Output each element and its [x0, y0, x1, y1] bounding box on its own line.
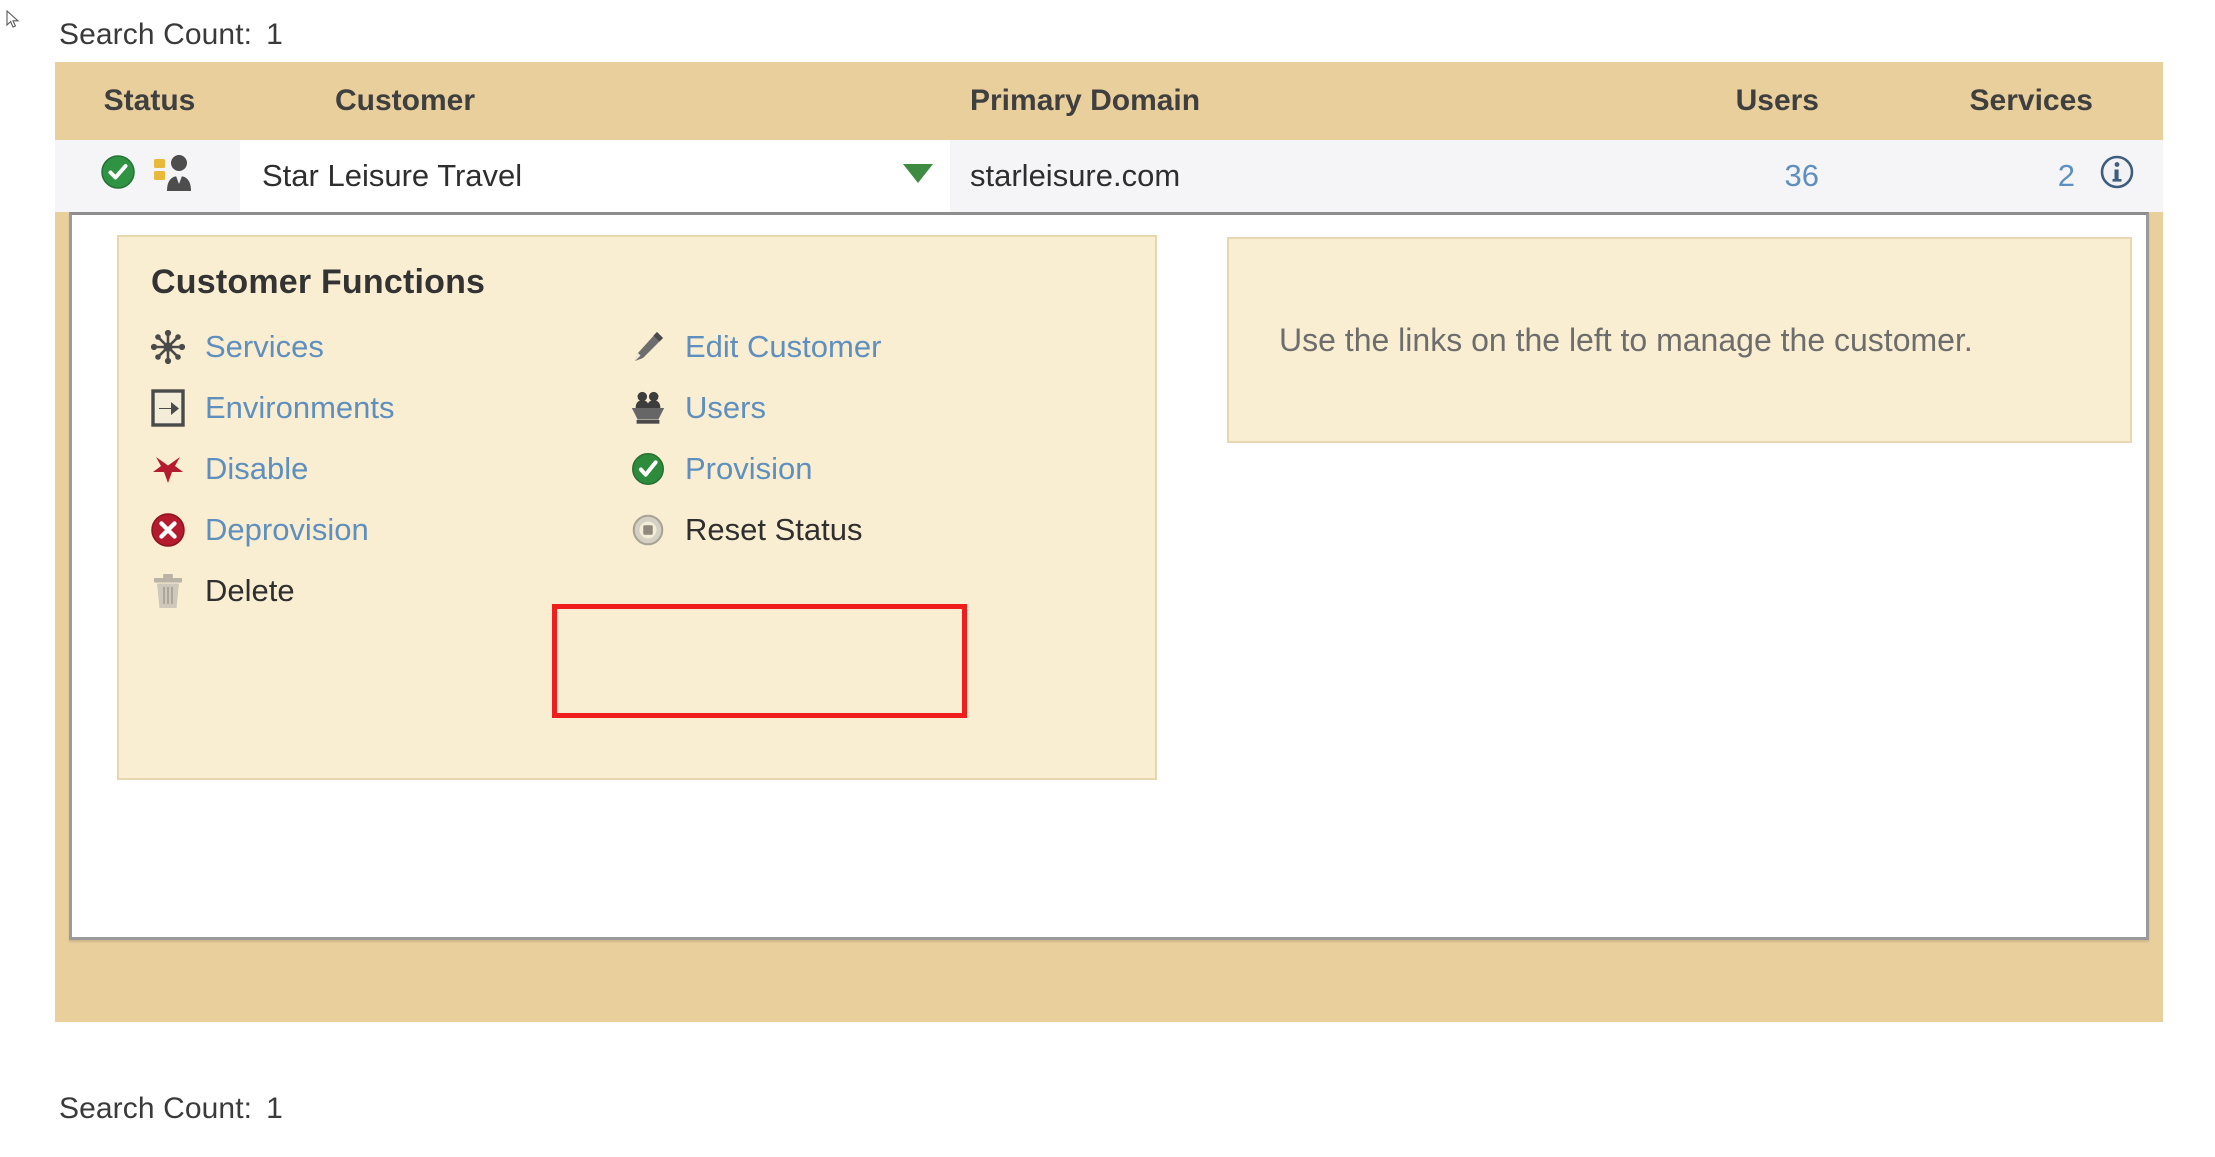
- customer-functions-title: Customer Functions: [151, 263, 1125, 302]
- customer-functions-panel: Customer Functions: [117, 235, 1157, 780]
- info-callout-text: Use the links on the left to manage the …: [1279, 319, 1973, 361]
- expanded-detail-region: Customer Functions: [55, 212, 2163, 1022]
- function-label-provision[interactable]: Provision: [685, 451, 813, 487]
- function-item-edit-customer[interactable]: Edit Customer: [629, 316, 1099, 377]
- search-count-bottom: Search Count: 1: [59, 1092, 283, 1126]
- function-item-delete: Delete: [149, 560, 629, 621]
- mouse-cursor-icon: [6, 10, 22, 30]
- search-count-label-bottom: Search Count:: [59, 1092, 252, 1125]
- function-item-services[interactable]: Services: [149, 316, 629, 377]
- cell-services: 2: [1843, 140, 2163, 212]
- customer-admin-user-icon[interactable]: [152, 151, 198, 201]
- function-item-deprovision[interactable]: Deprovision: [149, 499, 629, 560]
- column-header-users[interactable]: Users: [1593, 84, 1843, 118]
- reset-target-icon: [629, 511, 667, 549]
- column-header-primary-domain[interactable]: Primary Domain: [950, 84, 1593, 118]
- users-group-icon: [629, 389, 667, 427]
- green-check-circle-icon: [629, 450, 667, 488]
- column-header-customer[interactable]: Customer: [240, 84, 950, 118]
- function-label-environments[interactable]: Environments: [205, 390, 395, 426]
- cell-users[interactable]: 36: [1593, 140, 1843, 212]
- cell-customer[interactable]: Star Leisure Travel: [240, 140, 950, 212]
- table-row[interactable]: Star Leisure Travel starleisure.com 36 2: [55, 140, 2163, 212]
- search-count-value: 1: [266, 18, 283, 51]
- red-x-icon: [149, 450, 187, 488]
- search-count-value-bottom: 1: [266, 1092, 283, 1125]
- detail-panel: Customer Functions: [69, 212, 2149, 940]
- table-header-row: Status Customer Primary Domain Users Ser…: [55, 62, 2163, 140]
- customer-name[interactable]: Star Leisure Travel: [262, 158, 522, 194]
- snowflake-icon: [149, 328, 187, 366]
- cell-status: [55, 140, 240, 212]
- function-label-reset-status: Reset Status: [685, 512, 862, 548]
- customer-functions-columns: Services Environments: [149, 316, 1125, 621]
- cell-primary-domain: starleisure.com: [950, 140, 1593, 212]
- function-label-users[interactable]: Users: [685, 390, 766, 426]
- pencil-icon: [629, 328, 667, 366]
- function-label-services[interactable]: Services: [205, 329, 324, 365]
- column-header-services[interactable]: Services: [1843, 84, 2163, 118]
- function-item-users[interactable]: Users: [629, 377, 1099, 438]
- function-label-deprovision[interactable]: Deprovision: [205, 512, 369, 548]
- function-label-edit-customer[interactable]: Edit Customer: [685, 329, 881, 365]
- function-label-disable[interactable]: Disable: [205, 451, 308, 487]
- red-circle-x-icon: [149, 511, 187, 549]
- search-count-top: Search Count: 1: [59, 18, 283, 52]
- triangle-down-icon[interactable]: [900, 158, 936, 194]
- trash-can-icon: [149, 572, 187, 610]
- search-count-label: Search Count:: [59, 18, 252, 51]
- column-header-status[interactable]: Status: [55, 84, 240, 118]
- function-item-environments[interactable]: Environments: [149, 377, 629, 438]
- detail-footer-band: [69, 940, 2149, 1022]
- customer-functions-right-column: Edit Customer: [629, 316, 1099, 621]
- info-circle-icon[interactable]: [2097, 152, 2137, 200]
- info-callout-panel: Use the links on the left to manage the …: [1227, 237, 2132, 443]
- function-item-provision[interactable]: Provision: [629, 438, 1099, 499]
- export-arrow-icon: [149, 389, 187, 427]
- function-item-disable[interactable]: Disable: [149, 438, 629, 499]
- services-count[interactable]: 2: [2058, 158, 2075, 194]
- function-label-delete: Delete: [205, 573, 295, 609]
- customer-results-table: Status Customer Primary Domain Users Ser…: [55, 62, 2163, 1022]
- function-item-reset-status: Reset Status: [629, 499, 1099, 560]
- customer-functions-left-column: Services Environments: [149, 316, 629, 621]
- status-ok-check-icon[interactable]: [98, 152, 138, 200]
